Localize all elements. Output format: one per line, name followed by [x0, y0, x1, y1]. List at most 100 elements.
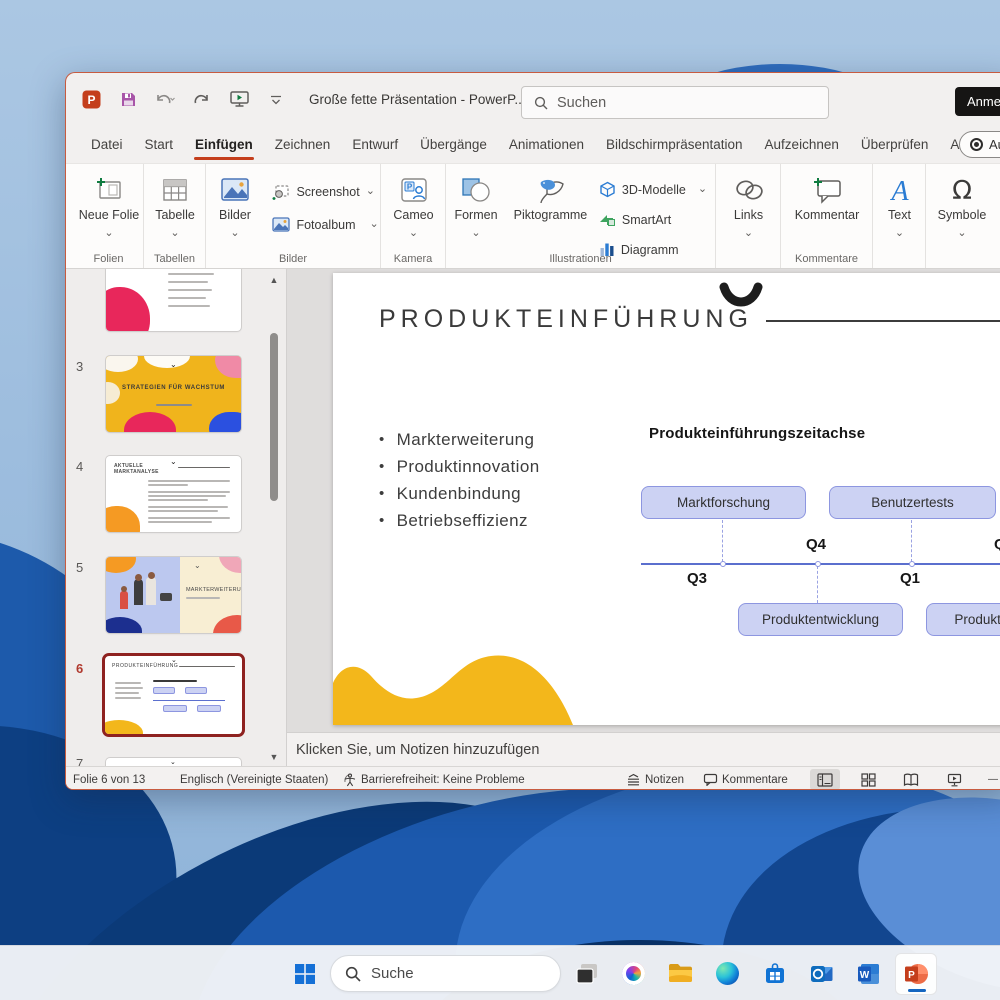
ribbon-search-box[interactable]: [521, 86, 829, 119]
thumbnail-slide-5[interactable]: ⌄ MARKTERWEITERUNG: [106, 557, 241, 633]
status-bar: Folie 6 von 13 Englisch (Vereinigte Staa…: [66, 766, 1000, 790]
tab-bildschirmpraesentation[interactable]: Bildschirmpräsentation: [595, 126, 754, 163]
notes-pane[interactable]: Klicken Sie, um Notizen hinzuzufügen: [287, 732, 1000, 766]
screenshot-button[interactable]: Screenshot: [268, 178, 378, 205]
ribbon-group-folien: Neue Folie Folien: [74, 164, 144, 268]
timeline-title[interactable]: Produkteinführungszeitachse: [649, 425, 865, 442]
powerpoint-taskbar-button[interactable]: P: [892, 950, 939, 997]
svg-text:P: P: [908, 970, 915, 981]
workspace: 3 ⌄ STRATEGIEN FÜR WACHSTUM 4 AKTUELLE M…: [66, 269, 1000, 766]
title-bar: P Große fette Präsentation - Powe: [66, 73, 1000, 126]
taskbar-search-box[interactable]: [330, 955, 561, 992]
record-button[interactable]: Aufzeichnen: [959, 131, 1000, 158]
slide-sorter-icon: [861, 773, 876, 787]
view-reading-button[interactable]: [896, 769, 926, 790]
timeline-box-marktforschung[interactable]: Marktforschung: [641, 486, 806, 519]
thumb-number-3: 3: [76, 359, 83, 374]
view-normal-button[interactable]: [810, 769, 840, 790]
word-button[interactable]: W: [845, 950, 892, 997]
tab-animationen[interactable]: Animationen: [498, 126, 595, 163]
view-slide-sorter-button[interactable]: [853, 769, 883, 790]
accessibility-checker[interactable]: Barrierefreiheit: Keine Probleme: [343, 767, 525, 790]
customize-quick-access-icon[interactable]: [265, 89, 287, 111]
thumb5-title: MARKTERWEITERUNG: [186, 587, 238, 593]
thumbnail-slide-7[interactable]: ⌄: [106, 758, 241, 766]
svg-text:W: W: [860, 970, 870, 981]
thumbnail-scrollbar-thumb[interactable]: [270, 333, 278, 501]
icons-button[interactable]: Piktogramme: [510, 170, 590, 223]
slide-thumbnail-panel: 3 ⌄ STRATEGIEN FÜR WACHSTUM 4 AKTUELLE M…: [66, 269, 287, 766]
smartart-button[interactable]: SmartArt: [595, 206, 707, 233]
windows-logo-icon: [295, 964, 315, 984]
copilot-button[interactable]: [610, 950, 657, 997]
decorative-yellow-blob: [333, 643, 583, 725]
redo-icon[interactable]: [191, 89, 213, 111]
tab-ueberpruefen[interactable]: Überprüfen: [850, 126, 940, 163]
outlook-button[interactable]: [798, 950, 845, 997]
decorative-swoosh: [719, 282, 763, 314]
tab-zeichnen[interactable]: Zeichnen: [264, 126, 342, 163]
photo-album-button[interactable]: Fotoalbum: [268, 211, 378, 238]
start-button[interactable]: [281, 950, 328, 997]
symbols-button[interactable]: Ω Symbole: [926, 170, 998, 243]
text-button[interactable]: A Text: [873, 170, 926, 243]
slide-bullet-list[interactable]: Markterweiterung Produktinnovation Kunde…: [379, 426, 540, 534]
sign-in-button[interactable]: Anmelden: [955, 87, 1000, 116]
pictures-button[interactable]: Bilder: [206, 170, 264, 243]
group-label-kamera: Kamera: [381, 253, 445, 265]
timeline-box-produkteinfuehrung[interactable]: Produkteinführung: [926, 603, 1000, 636]
file-explorer-icon: [668, 963, 693, 984]
thumbnail-slide-3[interactable]: ⌄ STRATEGIEN FÜR WACHSTUM: [106, 356, 241, 432]
timeline-box-benutzertests[interactable]: Benutzertests: [829, 486, 996, 519]
3d-models-button[interactable]: 3D-Modelle: [595, 176, 707, 203]
bullet-item: Markterweiterung: [379, 426, 540, 453]
notes-toggle[interactable]: Notizen: [626, 767, 684, 790]
file-explorer-button[interactable]: [657, 950, 704, 997]
shapes-button[interactable]: Formen: [446, 170, 506, 243]
timeline-label-q3: Q3: [687, 570, 707, 587]
start-slideshow-icon[interactable]: [228, 89, 250, 111]
zoom-out-button[interactable]: [978, 769, 1000, 790]
omega-icon: Ω: [949, 174, 975, 206]
microsoft-store-button[interactable]: [751, 950, 798, 997]
timeline-connector: [911, 520, 912, 562]
svg-text:A: A: [889, 176, 909, 204]
task-view-button[interactable]: [563, 950, 610, 997]
tab-entwurf[interactable]: Entwurf: [341, 126, 409, 163]
timeline-connector: [817, 566, 818, 603]
links-button[interactable]: Links: [716, 170, 781, 243]
language-indicator[interactable]: Englisch (Vereinigte Staaten): [180, 767, 328, 790]
taskbar-search-input[interactable]: [371, 965, 521, 982]
search-input[interactable]: [557, 95, 797, 111]
thumbnail-slide-4[interactable]: AKTUELLE MARKTANALYSE ⌄: [106, 456, 241, 532]
edge-button[interactable]: [704, 950, 751, 997]
undo-icon[interactable]: [154, 89, 176, 111]
comment-button[interactable]: Kommentar: [781, 170, 873, 223]
comments-toggle[interactable]: Kommentare: [703, 767, 788, 790]
slide-counter[interactable]: Folie 6 von 13: [73, 767, 145, 790]
thumbnail-slide-6-selected[interactable]: PRODUKTEINFÜHRUNG ⌄: [102, 653, 245, 737]
scroll-down-icon[interactable]: ▼: [269, 752, 279, 762]
edge-icon: [716, 962, 739, 985]
tab-aufzeichnen[interactable]: Aufzeichnen: [754, 126, 850, 163]
slide-title[interactable]: PRODUKTEINFÜHRUNG: [379, 305, 753, 334]
timeline-marker: [815, 561, 821, 567]
group-label-folien: Folien: [74, 253, 143, 265]
new-slide-button[interactable]: Neue Folie: [74, 170, 144, 243]
text-icon: A: [887, 174, 913, 206]
timeline-box-produktentwicklung[interactable]: Produktentwicklung: [738, 603, 903, 636]
tab-uebergaenge[interactable]: Übergänge: [409, 126, 498, 163]
view-slideshow-button[interactable]: [939, 769, 969, 790]
tab-datei[interactable]: Datei: [80, 126, 134, 163]
slide-canvas[interactable]: PRODUKTEINFÜHRUNG Markterweiterung Produ…: [333, 273, 1000, 725]
timeline-marker: [909, 561, 915, 567]
scroll-up-icon[interactable]: ▲: [269, 275, 279, 285]
table-button[interactable]: Tabelle: [144, 170, 206, 243]
cameo-button[interactable]: P Cameo: [381, 170, 446, 243]
thumbnail-slide-2[interactable]: [106, 269, 241, 331]
store-icon: [764, 963, 786, 985]
tab-start[interactable]: Start: [134, 126, 185, 163]
tab-einfuegen[interactable]: Einfügen: [184, 126, 264, 163]
powerpoint-logo-icon: P: [80, 89, 102, 111]
save-icon[interactable]: [117, 89, 139, 111]
